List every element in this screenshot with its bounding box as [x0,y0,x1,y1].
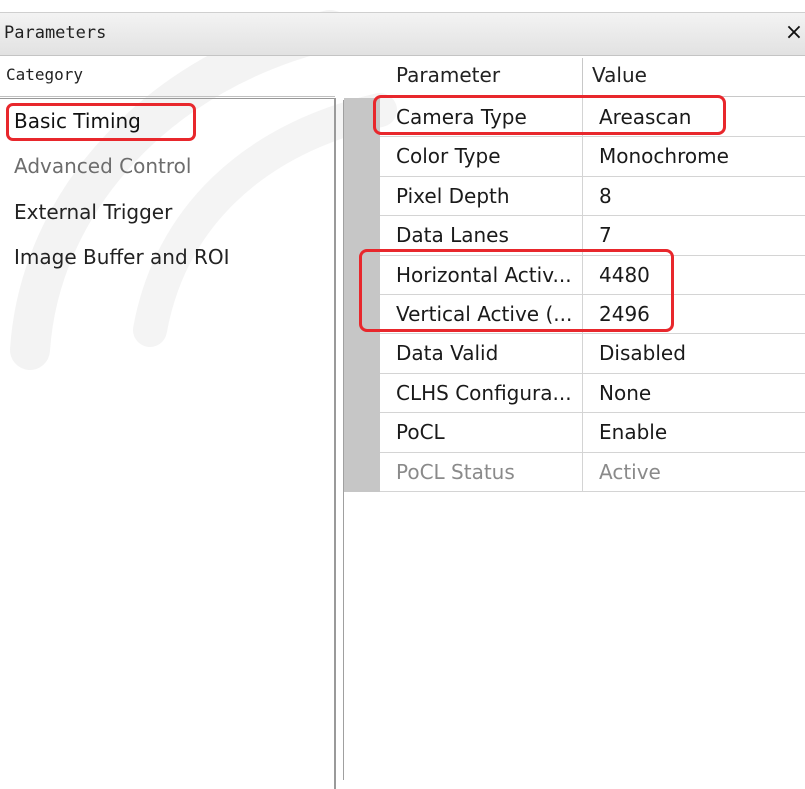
grid-header: Parameter Value [380,54,805,97]
table-row[interactable]: Color Type Monochrome [380,137,805,177]
table-row[interactable]: CLHS Configura... None [380,373,805,414]
param-name: Color Type [396,144,501,169]
param-name: PoCL [396,420,445,445]
param-name: Pixel Depth [396,183,510,208]
annotation-box-category [6,103,196,141]
table-row: PoCL Status Active [380,452,805,492]
param-name: Data Valid [396,341,499,366]
window-title: Parameters [4,23,107,43]
category-item-advanced-control[interactable]: Advanced Control [14,144,191,188]
column-separator[interactable] [582,58,583,96]
category-item-image-buffer-roi[interactable]: Image Buffer and ROI [14,235,230,279]
table-row[interactable]: Data Valid Disabled [380,334,805,374]
param-name: CLHS Configura... [396,380,572,405]
annotation-box-camera-type [373,95,726,135]
param-value[interactable]: None [599,374,799,413]
table-row[interactable]: PoCL Enable [380,413,805,453]
category-header-label: Category [6,65,84,84]
annotation-box-active-resolution [359,249,674,332]
column-header-value[interactable]: Value [592,63,647,87]
param-value[interactable]: Disabled [599,334,799,373]
close-icon[interactable]: × [783,21,805,45]
param-value: Active [599,459,661,484]
category-item-external-trigger[interactable]: External Trigger [14,190,172,234]
category-list: Basic Timing Advanced Control External T… [0,98,336,789]
window-titlebar: Parameters × [0,12,805,56]
param-value[interactable]: Monochrome [599,137,799,176]
category-header: Category [0,54,335,97]
param-name: PoCL Status [396,459,515,484]
table-row[interactable]: Pixel Depth 8 [380,176,805,217]
param-value[interactable]: Enable [599,413,799,452]
param-value[interactable]: 8 [599,177,799,216]
column-header-parameter[interactable]: Parameter [396,63,500,87]
